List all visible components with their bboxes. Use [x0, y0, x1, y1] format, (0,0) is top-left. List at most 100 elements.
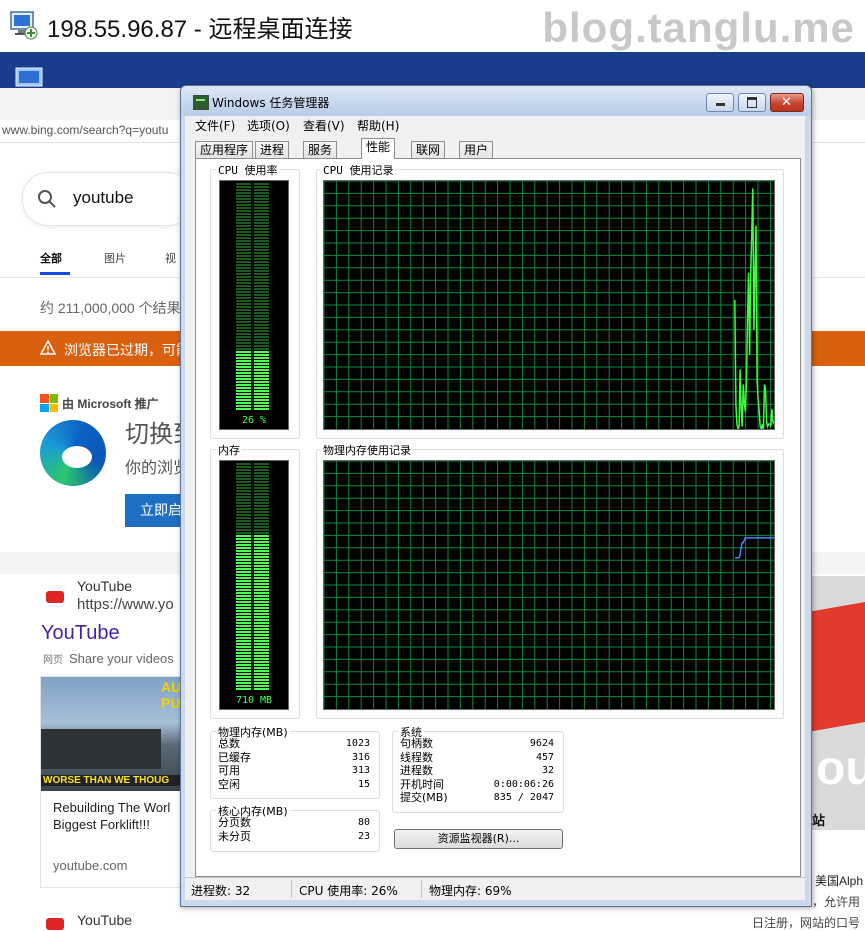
memory-meter-segment [254, 517, 269, 519]
video-title-line2: Biggest Forklift!!! [53, 817, 150, 832]
menu-options[interactable]: 选项(O) [247, 117, 290, 134]
memory-meter-segment [236, 592, 251, 594]
result-title-link[interactable]: YouTube [41, 622, 120, 645]
menu-file[interactable]: 文件(F) [195, 117, 235, 134]
memory-meter-segment [254, 466, 269, 468]
tab-applications[interactable]: 应用程序 [195, 141, 254, 158]
youtube-news-image[interactable]: ou [812, 576, 865, 830]
cpu-meter-segment [254, 318, 269, 320]
memory-meter-segment [254, 688, 269, 690]
memory-meter-segment [236, 640, 251, 642]
memory-meter-segment [236, 685, 251, 687]
memory-meter-segment [254, 640, 269, 642]
memory-meter-segment [254, 529, 269, 531]
result-url[interactable]: https://www.yo [77, 596, 174, 613]
system-value: 835 / 2047 [493, 792, 554, 803]
tm-titlebar[interactable]: Windows 任务管理器 [181, 86, 811, 116]
memory-meter-segment [236, 577, 251, 579]
cpu-meter-segment [236, 360, 251, 362]
memory-meter-segment [254, 601, 269, 603]
cpu-history-label: CPU 使用记录 [321, 162, 396, 178]
cpu-meter-segment [236, 201, 251, 203]
video-thumbnail[interactable]: AU PUR WORSE THAN WE THOUG [41, 677, 191, 791]
memory-meter-segment [236, 559, 251, 561]
tab-images[interactable]: 图片 [104, 250, 126, 266]
cpu-meter-segment [254, 312, 269, 314]
memory-meter-segment [236, 670, 251, 672]
memory-meter-segment [254, 583, 269, 585]
memory-meter-segment [254, 574, 269, 576]
cpu-meter-segment [236, 195, 251, 197]
tab-performance[interactable]: 性能 [361, 138, 396, 159]
minimize-button[interactable] [706, 93, 734, 112]
memory-meter-segment [254, 526, 269, 528]
cpu-meter-segment [254, 222, 269, 224]
memory-meter-segment [236, 619, 251, 621]
cpu-meter-segment [254, 393, 269, 395]
cpu-meter-segment [254, 219, 269, 221]
video-title[interactable]: Rebuilding The Worl Biggest Forklift!!! [53, 799, 170, 833]
cpu-meter-segment [254, 270, 269, 272]
memory-meter-segment [254, 610, 269, 612]
menu-help[interactable]: 帮助(H) [357, 117, 399, 134]
status-divider [291, 880, 292, 898]
cpu-meter-segment [236, 318, 251, 320]
cpu-meter-segment [254, 288, 269, 290]
tab-services[interactable]: 服务 [303, 141, 338, 158]
result-desc-text: Share your videos [69, 651, 174, 666]
cpu-meter-segment [254, 294, 269, 296]
memory-meter-segment [236, 676, 251, 678]
cpu-meter-segment [236, 345, 251, 347]
memory-meter-segment [254, 523, 269, 525]
cpu-meter-segment [236, 369, 251, 371]
cpu-meter-segment [236, 348, 251, 350]
memory-meter-segment [236, 637, 251, 639]
watermark: blog.tanglu.me [542, 4, 855, 51]
resource-monitor-button[interactable]: 资源监视器(R)... [394, 829, 563, 849]
tab-processes[interactable]: 进程 [255, 141, 290, 158]
close-button[interactable] [770, 93, 804, 112]
memory-meter-segment [236, 571, 251, 573]
cpu-meter-segment [236, 216, 251, 218]
computer-icon [15, 67, 43, 87]
cpu-meter-segment [236, 378, 251, 380]
cpu-meter-segment [254, 297, 269, 299]
memory-meter-segment [254, 634, 269, 636]
video-card[interactable]: AU PUR WORSE THAN WE THOUG Rebuilding Th… [40, 676, 192, 888]
cpu-meter-segment [236, 282, 251, 284]
memory-meter-segment [236, 505, 251, 507]
cpu-meter-segment [254, 234, 269, 236]
menu-view[interactable]: 查看(V) [303, 117, 345, 134]
tab-users[interactable]: 用户 [459, 141, 494, 158]
kernel-memory-label: 未分页 [218, 829, 251, 843]
tab-networking[interactable]: 联网 [411, 141, 446, 158]
memory-meter-segment [254, 682, 269, 684]
physical-memory-value: 313 [351, 765, 370, 776]
memory-meter-segment [236, 490, 251, 492]
rdp-titlebar: 198.55.96.87 - 远程桌面连接 blog.tanglu.me [0, 0, 865, 52]
memory-meter-segment [236, 598, 251, 600]
memory-meter-segment [254, 649, 269, 651]
memory-meter-segment [236, 616, 251, 618]
memory-meter-segment [254, 592, 269, 594]
cpu-meter-segment [254, 324, 269, 326]
memory-meter-segment [254, 550, 269, 552]
maximize-button[interactable] [738, 93, 766, 112]
memory-meter-segment [236, 574, 251, 576]
memory-meter-segment [236, 475, 251, 477]
cpu-meter-segment [236, 210, 251, 212]
memory-meter-segment [236, 541, 251, 543]
tab-videos[interactable]: 视 [165, 250, 176, 266]
memory-meter-segment [254, 655, 269, 657]
memory-meter-segment [254, 667, 269, 669]
memory-meter-segment [236, 601, 251, 603]
cpu-meter-segment [254, 282, 269, 284]
tab-all[interactable]: 全部 [40, 250, 62, 266]
memory-meter-segment [236, 568, 251, 570]
right-text-3: 日注册，网站的口号 [752, 916, 861, 930]
system-value: 9624 [529, 738, 554, 749]
cpu-meter-segment [236, 393, 251, 395]
cpu-meter-segment [254, 261, 269, 263]
bing-search-box[interactable]: youtube [22, 172, 194, 226]
physical-memory-value: 316 [351, 751, 370, 763]
